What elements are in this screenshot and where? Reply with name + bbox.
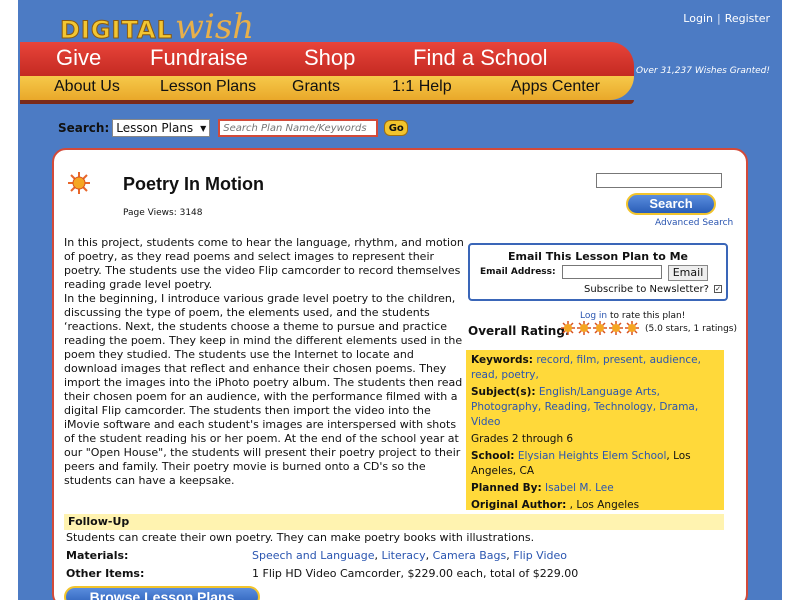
login-to-rate-text: to rate this plan! (607, 311, 686, 321)
search-category-select[interactable]: Lesson Plans ▼ (112, 119, 211, 137)
meta-grades: Grades 2 through 6 (471, 433, 574, 445)
browse-lesson-plans-button[interactable]: Browse Lesson Plans (64, 586, 260, 600)
sun-icon (68, 172, 90, 194)
search-bar: Search: Lesson Plans ▼ Go (58, 118, 409, 138)
star-icon (625, 321, 639, 335)
nav-lesson-plans[interactable]: Lesson Plans (160, 78, 256, 96)
secondary-nav: About Us Lesson Plans Grants 1:1 Help Ap… (20, 76, 634, 100)
nav-help[interactable]: 1:1 Help (392, 78, 452, 96)
account-links: Login | Register (683, 12, 770, 25)
login-to-rate-link[interactable]: Log in (580, 311, 607, 321)
chevron-down-icon: ▼ (200, 123, 207, 133)
materials-label: Materials: (66, 549, 129, 562)
login-to-rate: Log in to rate this plan! (580, 311, 685, 321)
advanced-search-link[interactable]: Advanced Search (655, 218, 733, 228)
subjects-label: Subject(s): (471, 386, 536, 398)
school-link[interactable]: Elysian Heights Elem School (518, 450, 667, 462)
material-link[interactable]: Flip Video (513, 549, 567, 562)
page-title: Poetry In Motion (123, 174, 264, 194)
wishes-granted: Over 31,237 Wishes Granted! (635, 66, 770, 76)
email-address-label: Email Address: (480, 267, 556, 277)
planned-by-link[interactable]: Isabel M. Lee (545, 482, 614, 494)
site-search-input[interactable] (596, 173, 722, 188)
page: DIGITAL wish Login | Register Give Fundrai… (0, 0, 800, 600)
nav-about-us[interactable]: About Us (54, 78, 120, 96)
star-icon (561, 321, 575, 335)
email-button[interactable]: Email (668, 265, 708, 281)
nav-shop[interactable]: Shop (304, 45, 355, 71)
nav-shadow-strip (20, 100, 634, 104)
nav-fundraise[interactable]: Fundraise (150, 45, 248, 71)
material-link[interactable]: Speech and Language (252, 549, 375, 562)
logo-digital: DIGITAL (60, 16, 173, 45)
meta-original-author: Original Author: , Los Angeles (471, 498, 719, 513)
description-paragraph-1: In this project, students come to hear t… (64, 236, 464, 291)
lesson-meta-box: Keywords: record, film, present, audienc… (466, 350, 724, 513)
meta-subjects: Subject(s): English/Language Arts, Photo… (471, 385, 719, 430)
nav-give[interactable]: Give (56, 45, 101, 71)
material-link[interactable]: Literacy (382, 549, 426, 562)
select-value: Lesson Plans (116, 121, 194, 135)
meta-keywords: Keywords: record, film, present, audienc… (471, 353, 719, 383)
other-items-label: Other Items: (66, 567, 145, 580)
nav-grants[interactable]: Grants (292, 78, 340, 96)
site-logo[interactable]: DIGITAL wish (60, 4, 255, 47)
login-link[interactable]: Login (683, 12, 713, 25)
email-box-title: Email This Lesson Plan to Me (507, 250, 688, 263)
search-label: Search: (58, 121, 110, 135)
link-separator: | (716, 12, 721, 25)
keyword-search-input[interactable] (218, 119, 379, 137)
subscribe-label: Subscribe to Newsletter? (584, 284, 709, 295)
description-paragraph-2: In the beginning, I introduce various gr… (64, 292, 463, 487)
original-author-value: , Los Angeles (569, 499, 640, 511)
logo-wish: wish (174, 7, 255, 47)
go-button[interactable]: Go (384, 120, 409, 136)
site-search-button[interactable]: Search (626, 193, 716, 215)
star-icon (609, 321, 623, 335)
meta-school: School: Elysian Heights Elem School, Los… (471, 449, 719, 479)
materials-links: Speech and Language, Literacy, Camera Ba… (252, 549, 568, 562)
rating-summary: (5.0 stars, 1 ratings) (645, 324, 737, 334)
subscribe-checkbox[interactable]: ✓ (714, 285, 723, 293)
nav-find-a-school[interactable]: Find a School (413, 45, 548, 71)
original-author-label: Original Author: (471, 499, 567, 511)
rating-label: Overall Rating: (468, 324, 570, 338)
followup-text: Students can create their own poetry. Th… (66, 531, 535, 544)
nav-apps-center[interactable]: Apps Center (511, 78, 600, 96)
primary-nav: Give Fundraise Shop Find a School (20, 42, 634, 76)
school-label: School: (471, 450, 515, 462)
other-items-value: 1 Flip HD Video Camcorder, $229.00 each,… (252, 567, 579, 580)
email-plan-box: Email This Lesson Plan to Me Email Addre… (468, 243, 728, 301)
star-icon (577, 321, 591, 335)
star-icon (593, 321, 607, 335)
register-link[interactable]: Register (725, 12, 770, 25)
subscribe-option: Subscribe to Newsletter? ✓ (584, 284, 723, 295)
page-views: Page Views: 3148 (123, 208, 203, 218)
material-link[interactable]: Camera Bags (433, 549, 507, 562)
email-field[interactable] (562, 265, 662, 279)
meta-planned-by: Planned By: Isabel M. Lee (471, 481, 719, 496)
keywords-label: Keywords: (471, 354, 533, 366)
rating-stars (561, 321, 639, 335)
planned-by-label: Planned By: (471, 482, 542, 494)
followup-heading: Follow-Up (64, 514, 724, 530)
lesson-description: In this project, students come to hear t… (64, 236, 468, 488)
